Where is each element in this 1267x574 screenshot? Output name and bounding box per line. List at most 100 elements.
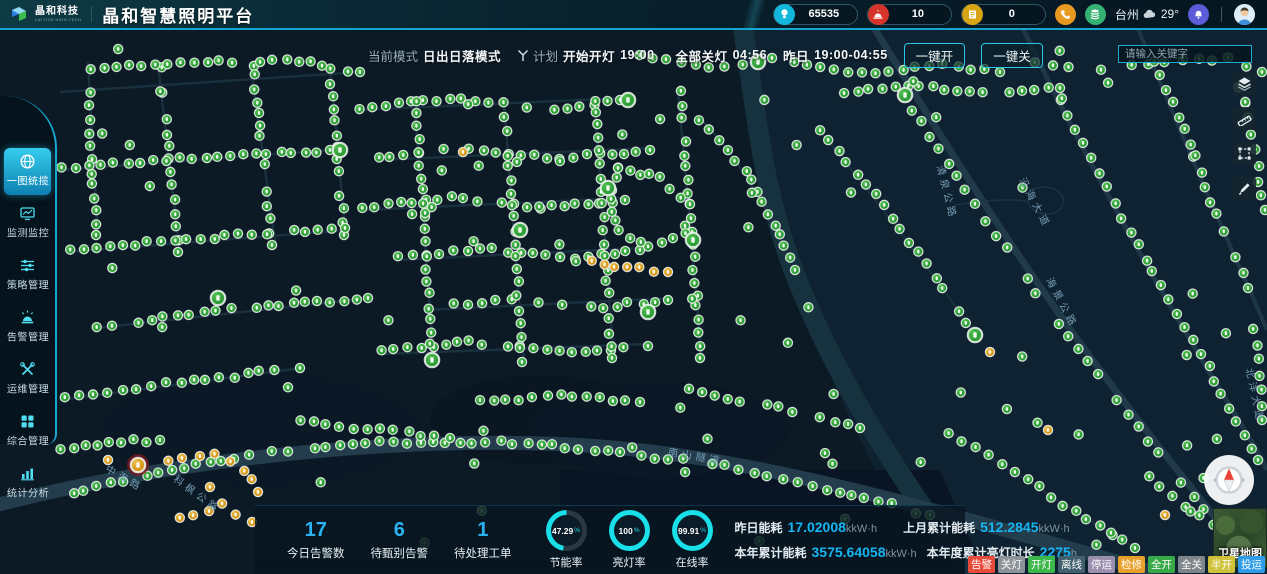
lamp-marker[interactable]: [610, 249, 619, 258]
lamp-marker[interactable]: [442, 340, 451, 349]
lamp-marker[interactable]: [1031, 289, 1040, 298]
lamp-marker[interactable]: [1242, 62, 1251, 71]
lamp-marker[interactable]: [1102, 182, 1111, 191]
lamp-marker[interactable]: [171, 195, 180, 204]
lamp-marker[interactable]: [563, 104, 572, 113]
lamp-marker[interactable]: [528, 248, 537, 257]
lamp-marker[interactable]: [517, 357, 526, 366]
lamp-marker[interactable]: [434, 250, 443, 259]
lamp-marker[interactable]: [175, 153, 184, 162]
lamp-marker[interactable]: [151, 60, 160, 69]
lamp-marker[interactable]: [1176, 478, 1185, 487]
lamp-marker[interactable]: [484, 98, 493, 107]
lamp-marker[interactable]: [200, 307, 209, 316]
lamp-marker[interactable]: [256, 57, 265, 66]
lamp-marker[interactable]: [290, 298, 299, 307]
lamp-marker[interactable]: [591, 446, 600, 455]
lamp-marker[interactable]: [929, 82, 938, 91]
lamp-marker[interactable]: [1164, 295, 1173, 304]
lamp-marker[interactable]: [608, 150, 617, 159]
lamp-marker[interactable]: [534, 298, 543, 307]
lamp-marker[interactable]: [824, 135, 833, 144]
lamp-marker[interactable]: [384, 316, 393, 325]
lamp-marker[interactable]: [582, 150, 591, 159]
lamp-marker[interactable]: [85, 161, 94, 170]
select-area-tool-button[interactable]: [1233, 142, 1256, 165]
lamp-marker[interactable]: [118, 241, 127, 250]
lamp-marker[interactable]: [254, 366, 263, 375]
lamp-marker[interactable]: [426, 314, 435, 323]
lamp-marker[interactable]: [945, 159, 954, 168]
lamp-marker[interactable]: [567, 392, 576, 401]
lamp-marker[interactable]: [479, 146, 488, 155]
lamp-marker[interactable]: [447, 192, 456, 201]
lamp-marker[interactable]: [92, 206, 101, 215]
lamp-marker[interactable]: [247, 475, 256, 484]
lamp-marker[interactable]: [205, 507, 214, 516]
lamp-marker[interactable]: [1247, 444, 1256, 453]
lamp-marker[interactable]: [514, 396, 523, 405]
lamp-marker[interactable]: [56, 445, 65, 454]
lamp-marker[interactable]: [171, 222, 180, 231]
lamp-marker[interactable]: [543, 154, 552, 163]
lamp-marker[interactable]: [491, 295, 500, 304]
lamp-marker[interactable]: [408, 250, 417, 259]
lamp-marker[interactable]: [162, 115, 171, 124]
lamp-marker[interactable]: [635, 263, 644, 272]
lamp-marker[interactable]: [427, 328, 436, 337]
lamp-marker[interactable]: [613, 163, 622, 172]
lamp-marker[interactable]: [147, 382, 156, 391]
lamp-marker[interactable]: [668, 234, 677, 243]
lamp-marker[interactable]: [836, 488, 845, 497]
lamp-marker[interactable]: [953, 87, 962, 96]
lamp-marker[interactable]: [635, 397, 644, 406]
lamp-marker[interactable]: [325, 298, 334, 307]
lamp-marker[interactable]: [543, 391, 552, 400]
lamp-marker[interactable]: [377, 346, 386, 355]
lamp-marker[interactable]: [914, 247, 923, 256]
lamp-marker[interactable]: [595, 159, 604, 168]
lamp-marker[interactable]: [786, 253, 795, 262]
lamp-marker[interactable]: [509, 211, 518, 220]
lamp-marker[interactable]: [763, 400, 772, 409]
lamp-marker[interactable]: [688, 266, 697, 275]
lamp-marker[interactable]: [1190, 492, 1199, 501]
lamp-marker[interactable]: [312, 148, 321, 157]
lamp-marker[interactable]: [119, 477, 128, 486]
lamp-marker[interactable]: [283, 383, 292, 392]
lamp-marker[interactable]: [171, 236, 180, 245]
lamp-marker[interactable]: [955, 307, 964, 316]
lamp-marker[interactable]: [312, 296, 321, 305]
lamp-marker[interactable]: [1092, 540, 1101, 549]
lamp-marker[interactable]: [429, 431, 438, 440]
lamp-marker[interactable]: [1145, 472, 1154, 481]
lamp-marker[interactable]: [1124, 410, 1133, 419]
lamp-marker[interactable]: [399, 150, 408, 159]
lamp-marker[interactable]: [620, 195, 629, 204]
lamp-marker[interactable]: [1243, 283, 1252, 292]
lamp-marker[interactable]: [405, 427, 414, 436]
lamp-marker[interactable]: [1172, 309, 1181, 318]
lamp-marker[interactable]: [106, 242, 115, 251]
lamp-marker[interactable]: [970, 199, 979, 208]
lamp-marker[interactable]: [1254, 354, 1263, 363]
measure-tool-button[interactable]: [1233, 107, 1256, 130]
lamp-marker[interactable]: [622, 298, 631, 307]
lamp-marker[interactable]: [723, 395, 732, 404]
lamp-marker[interactable]: [663, 295, 672, 304]
lamp-marker[interactable]: [1169, 97, 1178, 106]
lamp-marker[interactable]: [75, 391, 84, 400]
lamp-marker[interactable]: [626, 234, 635, 243]
lamp-marker[interactable]: [556, 252, 565, 261]
lamp-marker[interactable]: [1063, 111, 1072, 120]
lamp-marker[interactable]: [788, 407, 797, 416]
lamp-marker[interactable]: [163, 60, 172, 69]
lamp-marker[interactable]: [456, 438, 465, 447]
coins-icon[interactable]: [1085, 4, 1106, 25]
lamp-marker[interactable]: [560, 444, 569, 453]
lamp-marker[interactable]: [1070, 125, 1079, 134]
lamp-marker[interactable]: [677, 113, 686, 122]
lamp-marker[interactable]: [760, 95, 769, 104]
legend-chip-all-on[interactable]: 全开: [1148, 556, 1175, 573]
lamp-marker[interactable]: [513, 223, 527, 237]
